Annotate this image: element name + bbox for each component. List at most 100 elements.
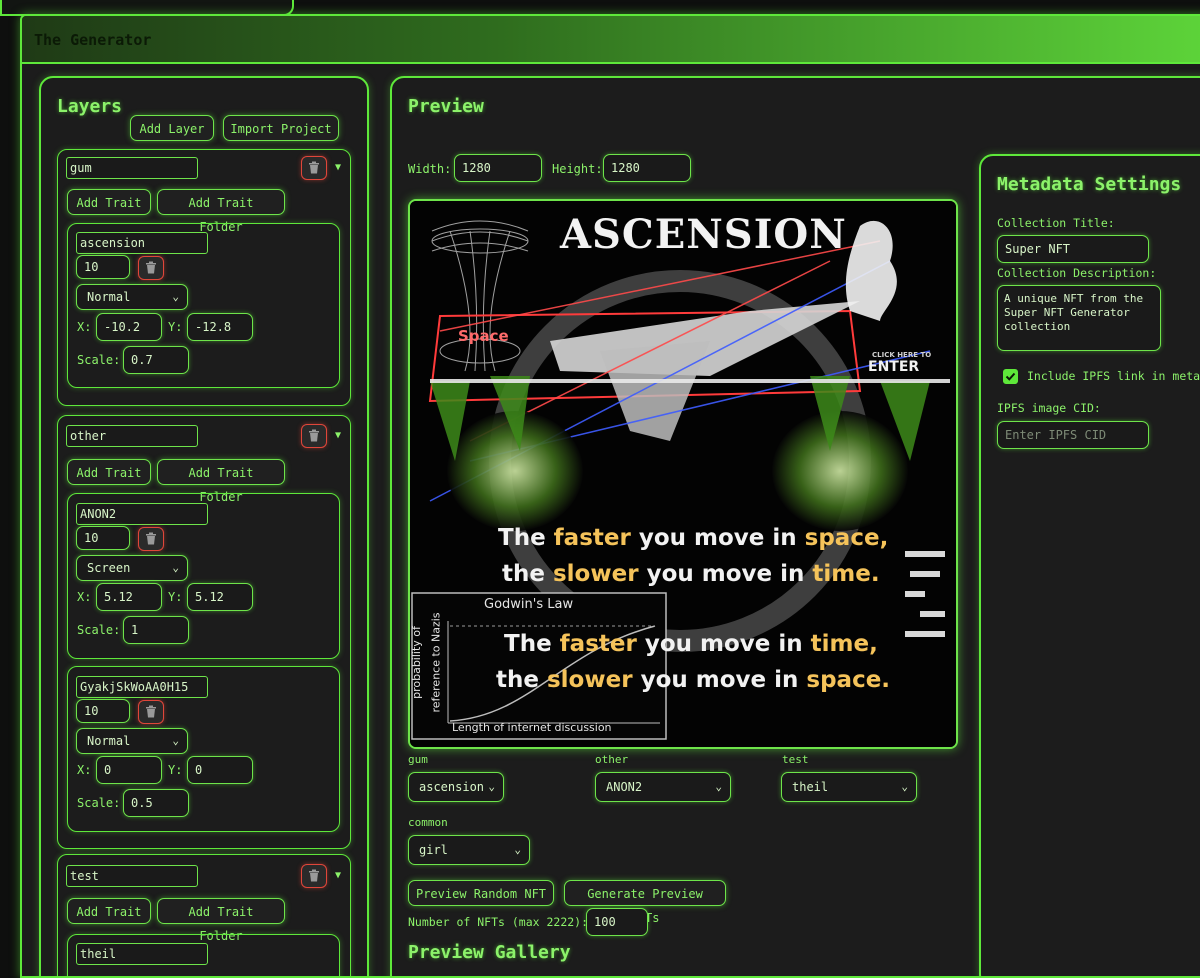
art-text-highlight: faster	[559, 631, 637, 657]
include-ipfs-checkbox[interactable]	[1003, 369, 1018, 384]
selector-label-common: common	[408, 816, 448, 829]
selector-other-value: ANON2	[606, 780, 643, 794]
metadata-panel: Metadata Settings Collection Title: Supe…	[979, 154, 1200, 976]
collection-title-label: Collection Title:	[997, 216, 1115, 230]
chevron-down-icon: ⌄	[715, 780, 722, 793]
layer-name-input[interactable]: other	[66, 425, 198, 447]
number-of-nfts-input[interactable]: 100	[586, 908, 648, 936]
triangle-down-icon[interactable]: ▼	[335, 162, 341, 173]
y-label: Y:	[168, 590, 183, 604]
generate-preview-nfts-button[interactable]: Generate Preview NFTs	[564, 880, 726, 925]
x-input[interactable]: 5.12	[96, 583, 162, 611]
chevron-down-icon: ⌄	[172, 734, 179, 747]
collection-title-input[interactable]: Super NFT	[997, 235, 1149, 263]
y-input[interactable]: 0	[187, 756, 253, 784]
x-input[interactable]: 0	[96, 756, 162, 784]
art-text-segment: you move in	[632, 667, 807, 693]
art-inset-ylabel-2: reference to Nazis	[429, 612, 443, 713]
ipfs-cid-input[interactable]: Enter IPFS CID	[997, 421, 1149, 449]
number-of-nfts-label: Number of NFTs (max 2222):	[408, 915, 589, 929]
triangle-down-icon[interactable]: ▼	[335, 870, 341, 881]
art-text-highlight: slower	[546, 667, 633, 693]
y-label: Y:	[168, 763, 183, 777]
title-bar[interactable]: The Generator	[22, 16, 1200, 64]
layer-gum: gum ▼ Add Trait Add Trait Folder ascensi…	[57, 149, 351, 406]
chevron-down-icon: ⌄	[172, 290, 179, 303]
delete-trait-button[interactable]	[138, 527, 164, 551]
art-inset-title: Godwin's Law	[484, 597, 574, 612]
width-label: Width:	[408, 162, 452, 176]
blend-mode-select[interactable]: Normal ⌄	[76, 728, 188, 754]
metadata-heading: Metadata Settings	[997, 174, 1182, 195]
check-icon	[1005, 372, 1016, 381]
y-input[interactable]: -12.8	[187, 313, 253, 341]
x-input[interactable]: -10.2	[96, 313, 162, 341]
trait-name-input[interactable]: ascension	[76, 232, 208, 254]
add-trait-button[interactable]: Add Trait	[67, 898, 151, 924]
chevron-down-icon: ⌄	[488, 780, 495, 793]
art-text-highlight: faster	[553, 525, 631, 551]
add-trait-folder-button[interactable]: Add Trait Folder	[157, 189, 285, 234]
collection-description-textarea[interactable]: A unique NFT from the Super NFT Generato…	[997, 285, 1161, 351]
add-layer-button[interactable]: Add Layer	[130, 115, 214, 141]
chevron-down-icon: ⌄	[514, 843, 521, 856]
x-label: X:	[77, 763, 92, 777]
scale-input[interactable]: 0.5	[123, 789, 189, 817]
y-input[interactable]: 5.12	[187, 583, 253, 611]
art-text-highlight: slower	[552, 561, 639, 587]
selector-label-other: other	[595, 753, 629, 766]
add-trait-button[interactable]: Add Trait	[67, 459, 151, 485]
nft-preview-image: ASCENSION Space CLICK HERE TO ENTER The …	[408, 199, 958, 749]
selector-test[interactable]: theil ⌄	[781, 772, 917, 802]
trait-weight-input[interactable]: 10	[76, 255, 130, 279]
delete-trait-button[interactable]	[138, 700, 164, 724]
trait-weight-input[interactable]: 10	[76, 526, 130, 550]
trait-anon2: ANON2 10 Screen ⌄ X: 5.12 Y: 5.12 Scale:…	[67, 493, 340, 659]
art-title: ASCENSION	[560, 211, 847, 258]
triangle-down-icon[interactable]: ▼	[335, 430, 341, 441]
add-trait-button[interactable]: Add Trait	[67, 189, 151, 215]
blend-mode-select[interactable]: Screen ⌄	[76, 555, 188, 581]
trait-weight-input[interactable]: 10	[76, 699, 130, 723]
height-label: Height:	[552, 162, 603, 176]
delete-layer-button[interactable]	[301, 156, 327, 180]
scale-input[interactable]: 1	[123, 616, 189, 644]
add-trait-folder-button[interactable]: Add Trait Folder	[157, 898, 285, 943]
art-text-segment: The	[504, 631, 560, 657]
selector-other[interactable]: ANON2 ⌄	[595, 772, 731, 802]
blend-mode-select[interactable]: Normal ⌄	[76, 284, 188, 310]
trait-gyakjskwoaa0h15: GyakjSkWoAA0H15 10 Normal ⌄ X: 0 Y: 0 Sc…	[67, 666, 340, 832]
layer-other: other ▼ Add Trait Add Trait Folder ANON2…	[57, 415, 351, 849]
preview-random-nft-button[interactable]: Preview Random NFT	[408, 880, 554, 906]
trash-icon	[146, 705, 156, 718]
layer-name-input[interactable]: gum	[66, 157, 198, 179]
trait-name-input[interactable]: ANON2	[76, 503, 208, 525]
delete-trait-button[interactable]	[138, 256, 164, 280]
delete-layer-button[interactable]	[301, 864, 327, 888]
selector-gum[interactable]: ascension ⌄	[408, 772, 504, 802]
art-quote-line-4: the slower you move in space.	[496, 667, 890, 693]
import-project-button[interactable]: Import Project	[223, 115, 339, 141]
scale-input[interactable]: 0.7	[123, 346, 189, 374]
art-space-label: Space	[458, 327, 509, 345]
art-inset-xlabel: Length of internet discussion	[452, 721, 612, 734]
add-trait-folder-button[interactable]: Add Trait Folder	[157, 459, 285, 504]
art-quote-line-1: The faster you move in space,	[498, 525, 888, 551]
delete-layer-button[interactable]	[301, 424, 327, 448]
layer-name-input[interactable]: test	[66, 865, 198, 887]
x-label: X:	[77, 320, 92, 334]
preview-artwork	[410, 201, 956, 747]
chevron-down-icon: ⌄	[172, 561, 179, 574]
art-text-segment: the	[496, 667, 547, 693]
trait-name-input[interactable]: theil	[76, 943, 208, 965]
scale-label: Scale:	[77, 623, 121, 637]
art-text-segment: you move in	[630, 525, 805, 551]
trash-icon	[146, 261, 156, 274]
height-input[interactable]: 1280	[603, 154, 691, 182]
art-enter-small: CLICK HERE TO	[872, 351, 932, 359]
window-title: The Generator	[34, 31, 152, 49]
selector-common[interactable]: girl ⌄	[408, 835, 530, 865]
trait-name-input[interactable]: GyakjSkWoAA0H15	[76, 676, 208, 698]
width-input[interactable]: 1280	[454, 154, 542, 182]
art-text-segment: you move in	[638, 561, 813, 587]
